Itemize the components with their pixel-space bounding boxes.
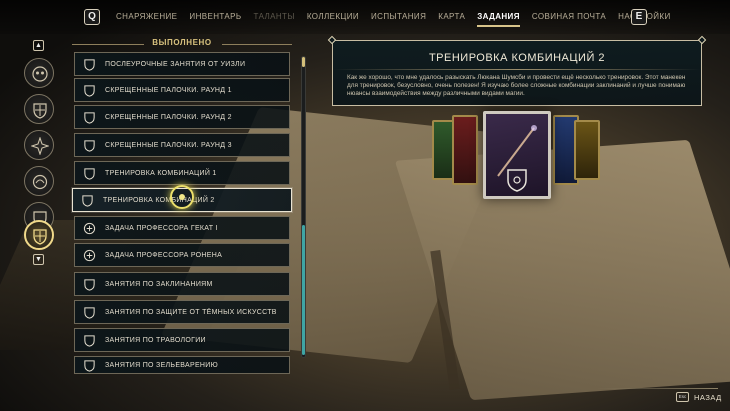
quest-label: ТРЕНИРОВКА КОМБИНАЦИЙ 2	[103, 196, 215, 204]
quest-item[interactable]: СКРЕЩЕННЫЕ ПАЛОЧКИ. РАУНД 3	[74, 133, 290, 157]
quest-item[interactable]: ЗАНЯТИЯ ПО ЗЕЛЬЕВАРЕНИЮ	[74, 356, 290, 374]
compass-star-icon	[31, 137, 49, 155]
tab-gear[interactable]: СНАРЯЖЕНИЕ	[116, 12, 177, 21]
quest-label: СКРЕЩЕННЫЕ ПАЛОЧКИ. РАУНД 2	[105, 113, 232, 121]
quest-item[interactable]: ЗАДАЧА ПРОФЕССОРА ГЕКАТ I	[74, 216, 290, 240]
tab-talents[interactable]: ТАЛАНТЫ	[254, 12, 295, 21]
owl-emblem-icon	[32, 66, 48, 82]
tab-inventory[interactable]: ИНВЕНТАРЬ	[189, 12, 241, 21]
quest-label: ЗАНЯТИЯ ПО ЗАЩИТЕ ОТ ТЁМНЫХ ИСКУССТВ	[105, 308, 277, 316]
esc-key: Esc	[676, 392, 689, 402]
crest-quest-icon	[82, 194, 93, 207]
hogwarts-crest-active-icon	[33, 229, 47, 245]
crest-quest-icon	[84, 334, 95, 347]
crest-quest-icon	[84, 58, 95, 71]
top-nav-bar: Q СНАРЯЖЕНИЕ ИНВЕНТАРЬ ТАЛАНТЫ КОЛЛЕКЦИИ…	[0, 0, 730, 34]
quest-label: СКРЕЩЕННЫЕ ПАЛОЧКИ. РАУНД 3	[105, 141, 232, 149]
assignment-quest-icon	[83, 222, 96, 234]
rail-up-arrow-icon[interactable]: ▲	[33, 40, 44, 51]
quest-item[interactable]: СКРЕЩЕННЫЕ ПАЛОЧКИ. РАУНД 2	[74, 105, 290, 129]
crest-quest-icon	[84, 359, 95, 372]
quest-item[interactable]: ЗАДАЧА ПРОФЕССОРА РОНЕНА	[74, 243, 290, 267]
wand-shield-card-art-icon	[497, 125, 537, 192]
reward-card-gold	[574, 120, 600, 180]
back-button[interactable]: Esc НАЗАД	[676, 392, 722, 402]
quest-label: СКРЕЩЕННЫЕ ПАЛОЧКИ. РАУНД 1	[105, 86, 232, 94]
selection-cursor	[170, 185, 194, 209]
quest-detail-description: Как же хорошо, что мне удалось разыскать…	[347, 74, 686, 98]
quest-detail-title: ТРЕНИРОВКА КОМБИНАЦИЙ 2	[428, 52, 606, 64]
list-header-title: ВЫПОЛНЕНО	[152, 38, 212, 47]
detail-divider	[333, 69, 701, 70]
header-rule-right	[222, 44, 292, 45]
tab-collections[interactable]: КОЛЛЕКЦИИ	[307, 12, 359, 21]
assignment-quest-icon	[83, 249, 96, 261]
crest-quest-icon	[84, 139, 95, 152]
quest-label: ЗАНЯТИЯ ПО ЗЕЛЬЕВАРЕНИЮ	[105, 361, 218, 369]
category-beast-emblem[interactable]	[24, 166, 54, 196]
quest-item[interactable]: ТРЕНИРОВКА КОМБИНАЦИЙ 1	[74, 161, 290, 185]
quest-item[interactable]: ЗАНЯТИЯ ПО ЗАКЛИНАНИЯМ	[74, 272, 290, 296]
quest-label: ТРЕНИРОВКА КОМБИНАЦИЙ 1	[105, 169, 217, 177]
quest-label: ЗАНЯТИЯ ПО ТРАВОЛОГИИ	[105, 336, 206, 344]
tab-owl-post[interactable]: СОВИНАЯ ПОЧТА	[532, 12, 606, 21]
crest-quest-icon	[84, 306, 95, 319]
crest-quest-icon	[84, 84, 95, 97]
quest-item[interactable]: ЗАНЯТИЯ ПО ЗАЩИТЕ ОТ ТЁМНЫХ ИСКУССТВ	[74, 300, 290, 324]
crest-quest-icon	[84, 278, 95, 291]
tab-quests[interactable]: ЗАДАНИЯ	[477, 12, 520, 27]
rail-down-arrow-icon[interactable]: ▼	[33, 254, 44, 265]
next-tab-key[interactable]: E	[631, 9, 647, 25]
quest-label: ПОСЛЕУРОЧНЫЕ ЗАНЯТИЯ ОТ УИЗЛИ	[105, 60, 246, 68]
quest-card-main	[483, 111, 551, 199]
hogwarts-crest-icon	[33, 103, 47, 119]
quest-label: ЗАДАЧА ПРОФЕССОРА ГЕКАТ I	[105, 224, 218, 232]
nav-tabs: СНАРЯЖЕНИЕ ИНВЕНТАРЬ ТАЛАНТЫ КОЛЛЕКЦИИ И…	[116, 12, 683, 27]
category-hogwarts-crest-active[interactable]	[24, 220, 54, 250]
tab-challenges[interactable]: ИСПЫТАНИЯ	[371, 12, 426, 21]
quest-label: ЗАНЯТИЯ ПО ЗАКЛИНАНИЯМ	[105, 280, 213, 288]
category-hogwarts-crest[interactable]	[24, 94, 54, 124]
quest-label: ЗАДАЧА ПРОФЕССОРА РОНЕНА	[105, 251, 223, 259]
footer-rule	[596, 388, 718, 389]
quest-list-scrollbar[interactable]	[301, 56, 306, 358]
category-compass-star[interactable]	[24, 130, 54, 160]
beast-emblem-icon	[32, 174, 48, 190]
quest-item[interactable]: ПОСЛЕУРОЧНЫЕ ЗАНЯТИЯ ОТ УИЗЛИ	[74, 52, 290, 76]
prev-tab-key[interactable]: Q	[84, 9, 100, 25]
back-label: НАЗАД	[694, 392, 722, 402]
category-owl-emblem[interactable]	[24, 58, 54, 88]
reward-card-red	[452, 115, 478, 185]
crest-quest-icon	[84, 167, 95, 180]
quest-item[interactable]: СКРЕЩЕННЫЕ ПАЛОЧКИ. РАУНД 1	[74, 78, 290, 102]
tab-map[interactable]: КАРТА	[438, 12, 465, 21]
list-header: ВЫПОЛНЕНО	[72, 38, 292, 50]
quest-item[interactable]: ЗАНЯТИЯ ПО ТРАВОЛОГИИ	[74, 328, 290, 352]
crest-quest-icon	[84, 111, 95, 124]
scrollbar-top-cap	[302, 57, 305, 67]
quest-detail-panel: ТРЕНИРОВКА КОМБИНАЦИЙ 2 Как же хорошо, ч…	[327, 35, 707, 106]
scrollbar-thumb[interactable]	[302, 225, 305, 355]
